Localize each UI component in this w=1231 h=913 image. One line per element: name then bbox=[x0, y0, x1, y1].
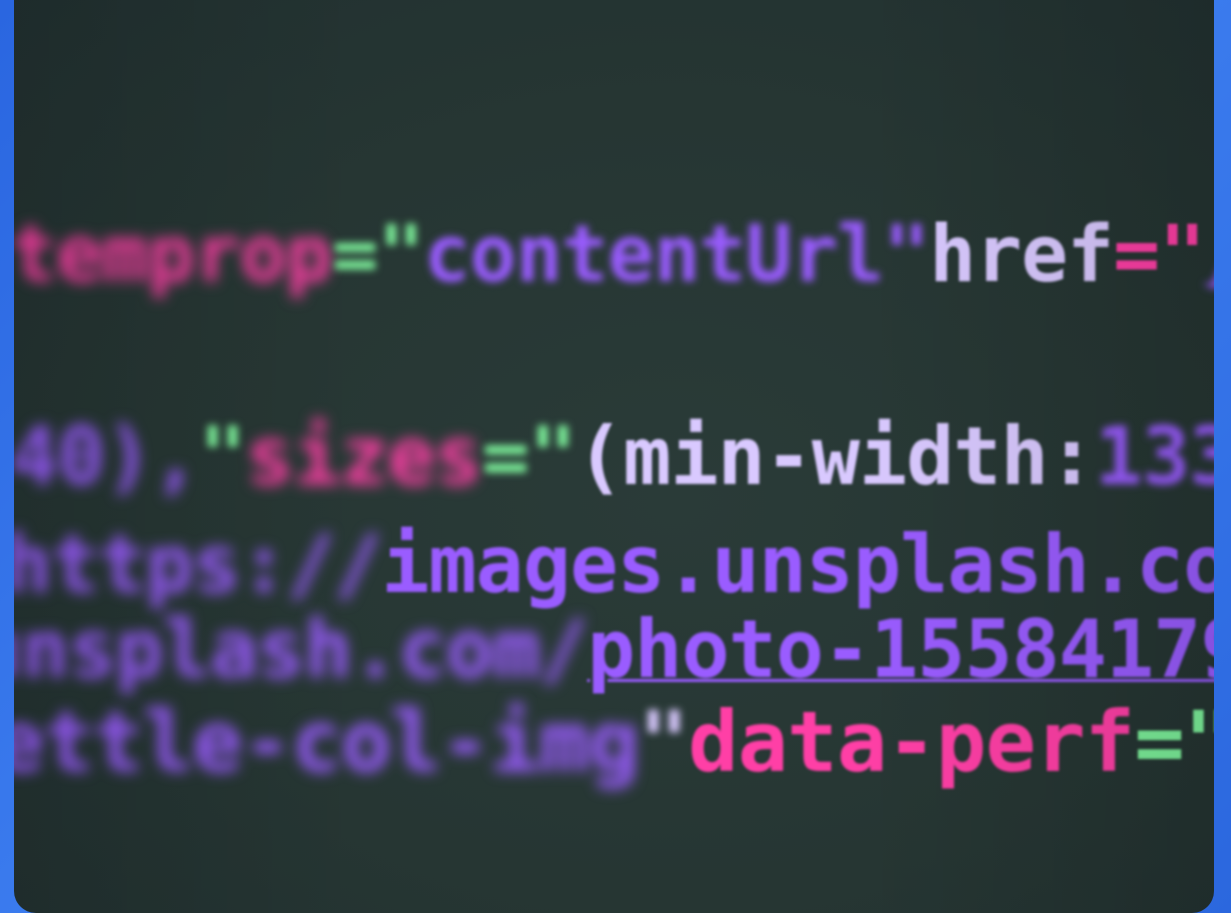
code-token: data-perf bbox=[688, 693, 1135, 791]
code-token: href bbox=[929, 210, 1114, 300]
code-token: https:// bbox=[14, 518, 382, 611]
code-token: photo-1558417991- bbox=[587, 603, 1214, 696]
code-token: =" bbox=[1113, 210, 1206, 300]
code-token: contentUrl" bbox=[423, 210, 931, 300]
code-token: =" bbox=[1134, 693, 1214, 791]
blue-frame: " temprop="contentUrl" href="/photos/3 4… bbox=[0, 0, 1231, 913]
code-line-4: https://images.unsplash.com/photo- bbox=[14, 518, 1214, 611]
code-token: 40), bbox=[14, 410, 200, 503]
code-token: 1335px) bbox=[1094, 410, 1214, 503]
code-token: temprop bbox=[14, 210, 333, 300]
code-token: " bbox=[638, 693, 689, 791]
code-token: sizes bbox=[245, 410, 483, 503]
code-photo: " temprop="contentUrl" href="/photos/3 4… bbox=[14, 0, 1214, 913]
code-token: (min-width: bbox=[575, 410, 1096, 503]
code-token: =" bbox=[331, 210, 425, 300]
code-token: " bbox=[14, 0, 51, 25]
code-line-5: unsplash.com/photo-1558417991-10a bbox=[14, 603, 1214, 696]
code-token: /photos/3 bbox=[1205, 210, 1214, 300]
code-token: unsplash.com/ bbox=[14, 603, 588, 696]
code-line-1: " bbox=[14, 0, 51, 25]
code-token: ettle-col-img bbox=[14, 693, 639, 791]
code-token: images.unsplash.com/photo- bbox=[381, 518, 1214, 611]
code-token: =" bbox=[481, 410, 577, 503]
code-line-3: 40), "sizes="(min-width: 1335px) c bbox=[14, 410, 1214, 503]
code-token: " bbox=[198, 410, 247, 503]
code-line-6: ettle-col-img" data-perf="eager-lo bbox=[14, 693, 1214, 791]
code-line-2: temprop="contentUrl" href="/photos/3 bbox=[14, 210, 1214, 300]
